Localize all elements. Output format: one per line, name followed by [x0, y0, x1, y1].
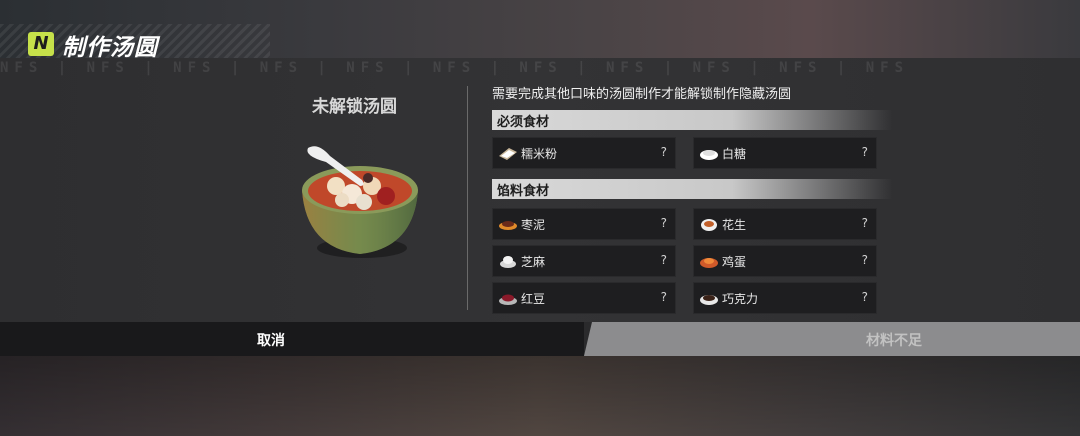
dialog-panel: NFS | NFS | NFS | NFS | NFS | NFS | NFS … — [0, 58, 1080, 322]
ingredient-name: 巧克力 — [722, 292, 759, 306]
required-ingredients-header: 必须食材 — [492, 110, 892, 130]
ingredient-qty: ? — [660, 145, 667, 159]
filling-ingredients-label: 馅料食材 — [497, 184, 550, 199]
ingredient-slot-sesame[interactable]: 芝麻 ? — [492, 245, 676, 277]
sesame-icon — [500, 256, 516, 268]
title-bar: N 制作汤圆 — [0, 24, 270, 61]
dumpling-bowl-icon — [290, 128, 430, 268]
panel-watermark: NFS | NFS | NFS | NFS | NFS | NFS | NFS … — [0, 60, 910, 76]
chocolate-icon — [700, 295, 718, 305]
logo-letter: N — [33, 33, 49, 54]
unlock-requirement-text: 需要完成其他口味的汤圆制作才能解锁制作隐藏汤圆 — [492, 87, 792, 102]
date-paste-icon — [499, 221, 517, 230]
vertical-divider — [467, 86, 468, 310]
ingredient-qty: ? — [660, 253, 667, 267]
ingredient-slot-egg[interactable]: 鸡蛋 ? — [693, 245, 877, 277]
insufficient-materials-label: 材料不足 — [866, 333, 922, 349]
ingredient-name: 白糖 — [722, 147, 747, 161]
ingredient-qty: ? — [861, 253, 868, 267]
filling-ingredients-header: 馅料食材 — [492, 179, 892, 199]
ingredient-name: 鸡蛋 — [722, 255, 747, 269]
locked-dumpling-title: 未解锁汤圆 — [312, 97, 397, 117]
ingredient-slot-sugar[interactable]: 白糖 ? — [693, 137, 877, 169]
required-ingredients-label: 必须食材 — [497, 115, 550, 130]
cancel-button[interactable]: 取消 — [0, 322, 584, 356]
ingredient-name: 花生 — [722, 218, 747, 232]
ingredient-name: 糯米粉 — [521, 147, 558, 161]
insufficient-materials-button[interactable]: 材料不足 — [584, 322, 1080, 356]
sugar-icon — [700, 150, 718, 160]
rice-flour-icon — [499, 148, 517, 160]
ingredient-slot-date-paste[interactable]: 枣泥 ? — [492, 208, 676, 240]
ingredient-name: 红豆 — [521, 292, 546, 306]
page-title: 制作汤圆 — [62, 35, 158, 61]
ingredient-slot-peanut[interactable]: 花生 ? — [693, 208, 877, 240]
ingredient-slot-rice-flour[interactable]: 糯米粉 ? — [492, 137, 676, 169]
ingredient-slot-chocolate[interactable]: 巧克力 ? — [693, 282, 877, 314]
ingredient-slot-red-bean[interactable]: 红豆 ? — [492, 282, 676, 314]
ingredient-name: 枣泥 — [521, 218, 546, 232]
ingredient-qty: ? — [660, 290, 667, 304]
ingredient-qty: ? — [861, 145, 868, 159]
ingredient-qty: ? — [861, 216, 868, 230]
egg-icon — [700, 258, 718, 268]
red-bean-icon — [499, 294, 517, 305]
nfs-logo-icon: N — [28, 32, 54, 56]
ingredient-name: 芝麻 — [521, 255, 546, 269]
ingredient-qty: ? — [861, 290, 868, 304]
peanut-icon — [701, 219, 717, 231]
ingredient-qty: ? — [660, 216, 667, 230]
cancel-button-label: 取消 — [257, 333, 285, 349]
blurred-background-bottom — [0, 356, 1080, 436]
